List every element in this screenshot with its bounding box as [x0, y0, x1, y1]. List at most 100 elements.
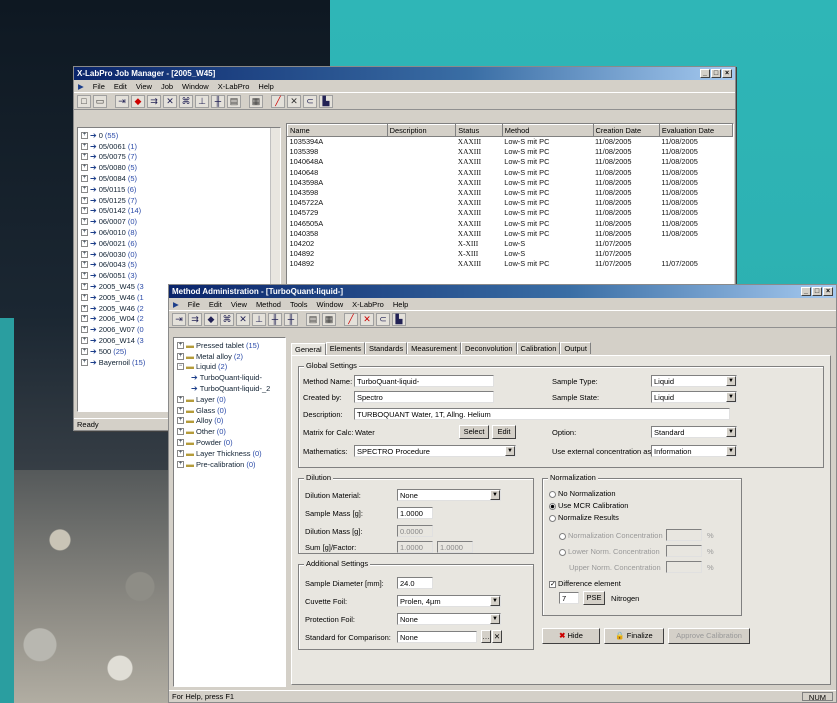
expand-icon[interactable]: + [81, 261, 88, 269]
tab-standards[interactable]: Standards [364, 342, 408, 354]
expand-icon[interactable]: + [81, 175, 88, 183]
delete-icon[interactable]: ✕ [236, 312, 250, 326]
menu-file[interactable]: File [188, 300, 200, 309]
expand-icon[interactable]: + [81, 239, 88, 247]
tree-item[interactable]: + ➔ 06/0007 (0) [81, 216, 280, 227]
tree-item[interactable]: + ➔ 0 (55) [81, 130, 280, 141]
lower-norm-radio[interactable]: Lower Norm. Concentration [559, 547, 660, 556]
tab-measurement[interactable]: Measurement [407, 342, 462, 354]
table-row[interactable]: 1040648A XAXIII Low-S mit PC 11/08/2005 11/0… [288, 157, 733, 167]
menu-file[interactable]: File [93, 82, 105, 91]
mathematics-select[interactable]: SPECTRO Procedure ▼ [354, 445, 516, 457]
option-select[interactable]: Standard ▼ [651, 426, 737, 438]
standard-clear-icon[interactable]: ✕ [492, 630, 502, 643]
chevron-down-icon[interactable]: ▼ [490, 596, 500, 606]
column-header[interactable]: Creation Date [592, 124, 660, 137]
expand-icon[interactable]: + [81, 293, 88, 301]
method-tree-item[interactable]: + ▬ Powder (0) [177, 437, 285, 448]
method-tree-item[interactable]: ➔ TurboQuant-liquid- [177, 372, 285, 383]
evaluate-icon[interactable]: ⌘ [179, 94, 193, 108]
chart-icon[interactable]: ▙ [392, 312, 406, 326]
dilution-mass-input[interactable]: 0.0000 [397, 525, 433, 537]
column-header[interactable]: Method [501, 124, 594, 137]
tree-item[interactable]: + ➔ 05/0080 (5) [81, 162, 280, 173]
expand-icon[interactable]: + [177, 449, 184, 457]
method-tree-item[interactable]: + ▬ Pressed tablet (15) [177, 340, 285, 351]
expand-icon[interactable]: + [81, 358, 88, 366]
expand-icon[interactable]: + [177, 460, 184, 468]
diameter-input[interactable]: 24.0 [397, 577, 433, 589]
tab-deconvolution[interactable]: Deconvolution [461, 342, 517, 354]
tree-item[interactable]: + ➔ 05/0142 (14) [81, 206, 280, 217]
expand-icon[interactable]: + [81, 185, 88, 193]
tree-item[interactable]: + ➔ 05/0075 (7) [81, 152, 280, 163]
close-button[interactable]: × [823, 287, 833, 296]
open-icon[interactable]: ▭ [93, 94, 107, 108]
dilution-material-select[interactable]: None ▼ [397, 489, 501, 501]
delete-icon[interactable]: ✕ [163, 94, 177, 108]
calc-icon[interactable]: ⊥ [195, 94, 209, 108]
table-row[interactable]: 1045722A XAXIII Low-S mit PC 11/08/2005 11/0… [288, 198, 733, 208]
column-header[interactable]: Description [386, 124, 457, 137]
tree-item[interactable]: + ➔ 06/0043 (5) [81, 260, 280, 271]
expand-icon[interactable]: + [81, 337, 88, 345]
table-row[interactable]: 1045729 XAXIII Low-S mit PC 11/08/2005 11/08… [288, 208, 733, 218]
chevron-down-icon[interactable]: ▼ [490, 614, 500, 624]
menu-view[interactable]: View [231, 300, 247, 309]
use-mcr-radio[interactable]: Use MCR Calibration [549, 501, 628, 510]
difference-z-input[interactable]: 7 [559, 592, 579, 604]
tab-general[interactable]: General [291, 343, 326, 355]
method-tree-item[interactable]: + ▬ Pre-calibration (0) [177, 459, 285, 470]
job-icon[interactable]: ◆ [204, 312, 218, 326]
expand-icon[interactable]: + [81, 153, 88, 161]
table-row[interactable]: 1046505A XAXIII Low-S mit PC 11/08/2005 11/0… [288, 218, 733, 228]
report-icon[interactable]: ▦ [322, 312, 336, 326]
protection-select[interactable]: None ▼ [397, 613, 501, 625]
expand-icon[interactable]: + [81, 283, 88, 291]
tree-item[interactable]: + ➔ 06/0030 (0) [81, 249, 280, 260]
menu-view[interactable]: View [136, 82, 152, 91]
table-row[interactable]: 1043598 XAXIII Low-S mit PC 11/08/2005 11/08… [288, 187, 733, 197]
menu-tools[interactable]: Tools [290, 300, 308, 309]
expand-icon[interactable]: + [177, 341, 184, 349]
expand-icon[interactable]: + [81, 164, 88, 172]
chevron-down-icon[interactable]: ▼ [505, 446, 515, 456]
method-tree-panel[interactable]: + ▬ Pressed tablet (15) + ▬ Metal alloy (2) − ▬ Li… [173, 337, 286, 687]
menu-window[interactable]: Window [182, 82, 209, 91]
job-manager-title-bar[interactable]: X-LabPro Job Manager - [2005_W45] _ □ × [74, 67, 735, 80]
norm-conc-radio[interactable]: Normalization Concentration [559, 531, 663, 540]
cancel-icon[interactable]: ✕ [360, 312, 374, 326]
sample-state-select[interactable]: Liquid ▼ [651, 391, 737, 403]
move-icon[interactable]: ⇥ [172, 312, 186, 326]
edit-icon[interactable]: ╱ [344, 312, 358, 326]
tab-output[interactable]: Output [560, 342, 591, 354]
expand-icon[interactable]: + [81, 304, 88, 312]
table-row[interactable]: 1040648 XAXIII Low-S mit PC 11/08/2005 11/08… [288, 167, 733, 177]
lower-norm-input[interactable] [666, 545, 702, 557]
no-normalization-radio[interactable]: No Normalization [549, 489, 616, 498]
chevron-down-icon[interactable]: ▼ [726, 427, 736, 437]
tree-item[interactable]: + ➔ 05/0084 (5) [81, 173, 280, 184]
print-icon[interactable]: ▤ [306, 312, 320, 326]
expand-icon[interactable]: + [81, 142, 88, 150]
new-icon[interactable]: □ [77, 94, 91, 108]
table-row[interactable]: 104202 X-XIII Low-S 11/07/2005 [288, 238, 733, 248]
edit-icon[interactable]: ╱ [271, 94, 285, 108]
cancel-icon[interactable]: ✕ [287, 94, 301, 108]
column-header[interactable]: Status [455, 124, 503, 137]
expand-icon[interactable]: + [177, 395, 184, 403]
table-row[interactable]: 1040358 XAXIII Low-S mit PC 11/08/2005 11/08… [288, 228, 733, 238]
select-button[interactable]: Select [459, 425, 489, 439]
norm-conc-input[interactable] [666, 529, 702, 541]
menu-window[interactable]: Window [316, 300, 343, 309]
tree-item[interactable]: + ➔ 05/0125 (7) [81, 195, 280, 206]
expand-icon[interactable]: + [81, 250, 88, 258]
expand-icon[interactable]: + [81, 315, 88, 323]
sum-input[interactable]: 1.0000 [397, 541, 433, 553]
print-icon[interactable]: ▤ [227, 94, 241, 108]
standard-browse-button[interactable]: … [481, 630, 491, 643]
column-header[interactable]: Evaluation Date [658, 124, 733, 137]
column-header[interactable]: Name [287, 124, 388, 137]
sample-type-select[interactable]: Liquid ▼ [651, 375, 737, 387]
tree-item[interactable]: + ➔ 05/0115 (6) [81, 184, 280, 195]
